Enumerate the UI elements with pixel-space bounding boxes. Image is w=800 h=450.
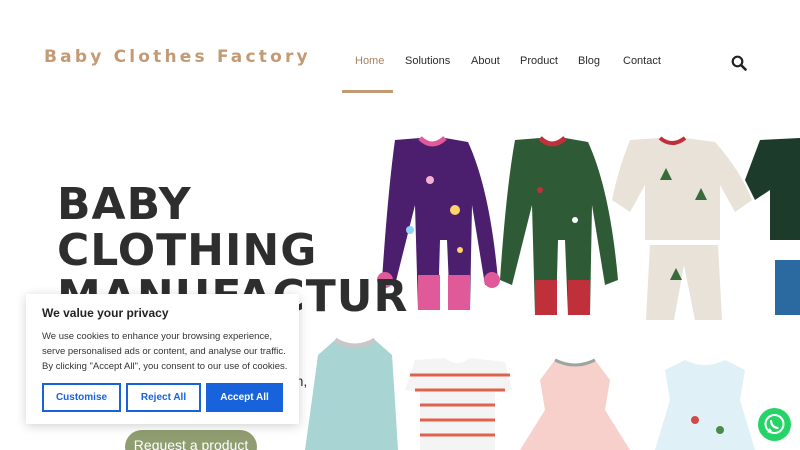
whatsapp-icon	[764, 414, 785, 434]
pajama-set-illustration	[612, 136, 752, 320]
search-icon[interactable]	[731, 55, 747, 71]
nav-home[interactable]: Home	[355, 55, 384, 67]
reject-all-button[interactable]: Reject All	[126, 383, 201, 412]
nav-product[interactable]: Product	[520, 55, 558, 67]
pink-dress-illustration	[520, 358, 630, 450]
nav-active-indicator	[342, 90, 393, 93]
whatsapp-button[interactable]	[758, 408, 791, 441]
blue-dress-illustration	[655, 360, 755, 450]
cookie-consent-banner: We value your privacy We use cookies to …	[26, 294, 299, 424]
nav-contact[interactable]: Contact	[623, 55, 661, 67]
request-product-button[interactable]: Request a product	[125, 430, 257, 450]
striped-romper-illustration	[405, 358, 512, 450]
nav-blog[interactable]: Blog	[578, 55, 600, 67]
hero-title-line: BABY	[57, 179, 192, 230]
nav-solutions[interactable]: Solutions	[405, 55, 450, 67]
green-sleeper-illustration	[500, 136, 618, 315]
partial-shirt-illustration	[745, 138, 800, 315]
accept-all-button[interactable]: Accept All	[206, 383, 283, 412]
cookie-body: We use cookies to enhance your browsing …	[42, 331, 288, 372]
nav-about[interactable]: About	[471, 55, 500, 67]
cookie-title: We value your privacy	[42, 306, 169, 320]
hero-title-line: CLOTHING	[57, 225, 318, 276]
customise-button[interactable]: Customise	[42, 383, 121, 412]
site-brand[interactable]: Baby Clothes Factory	[44, 47, 311, 67]
